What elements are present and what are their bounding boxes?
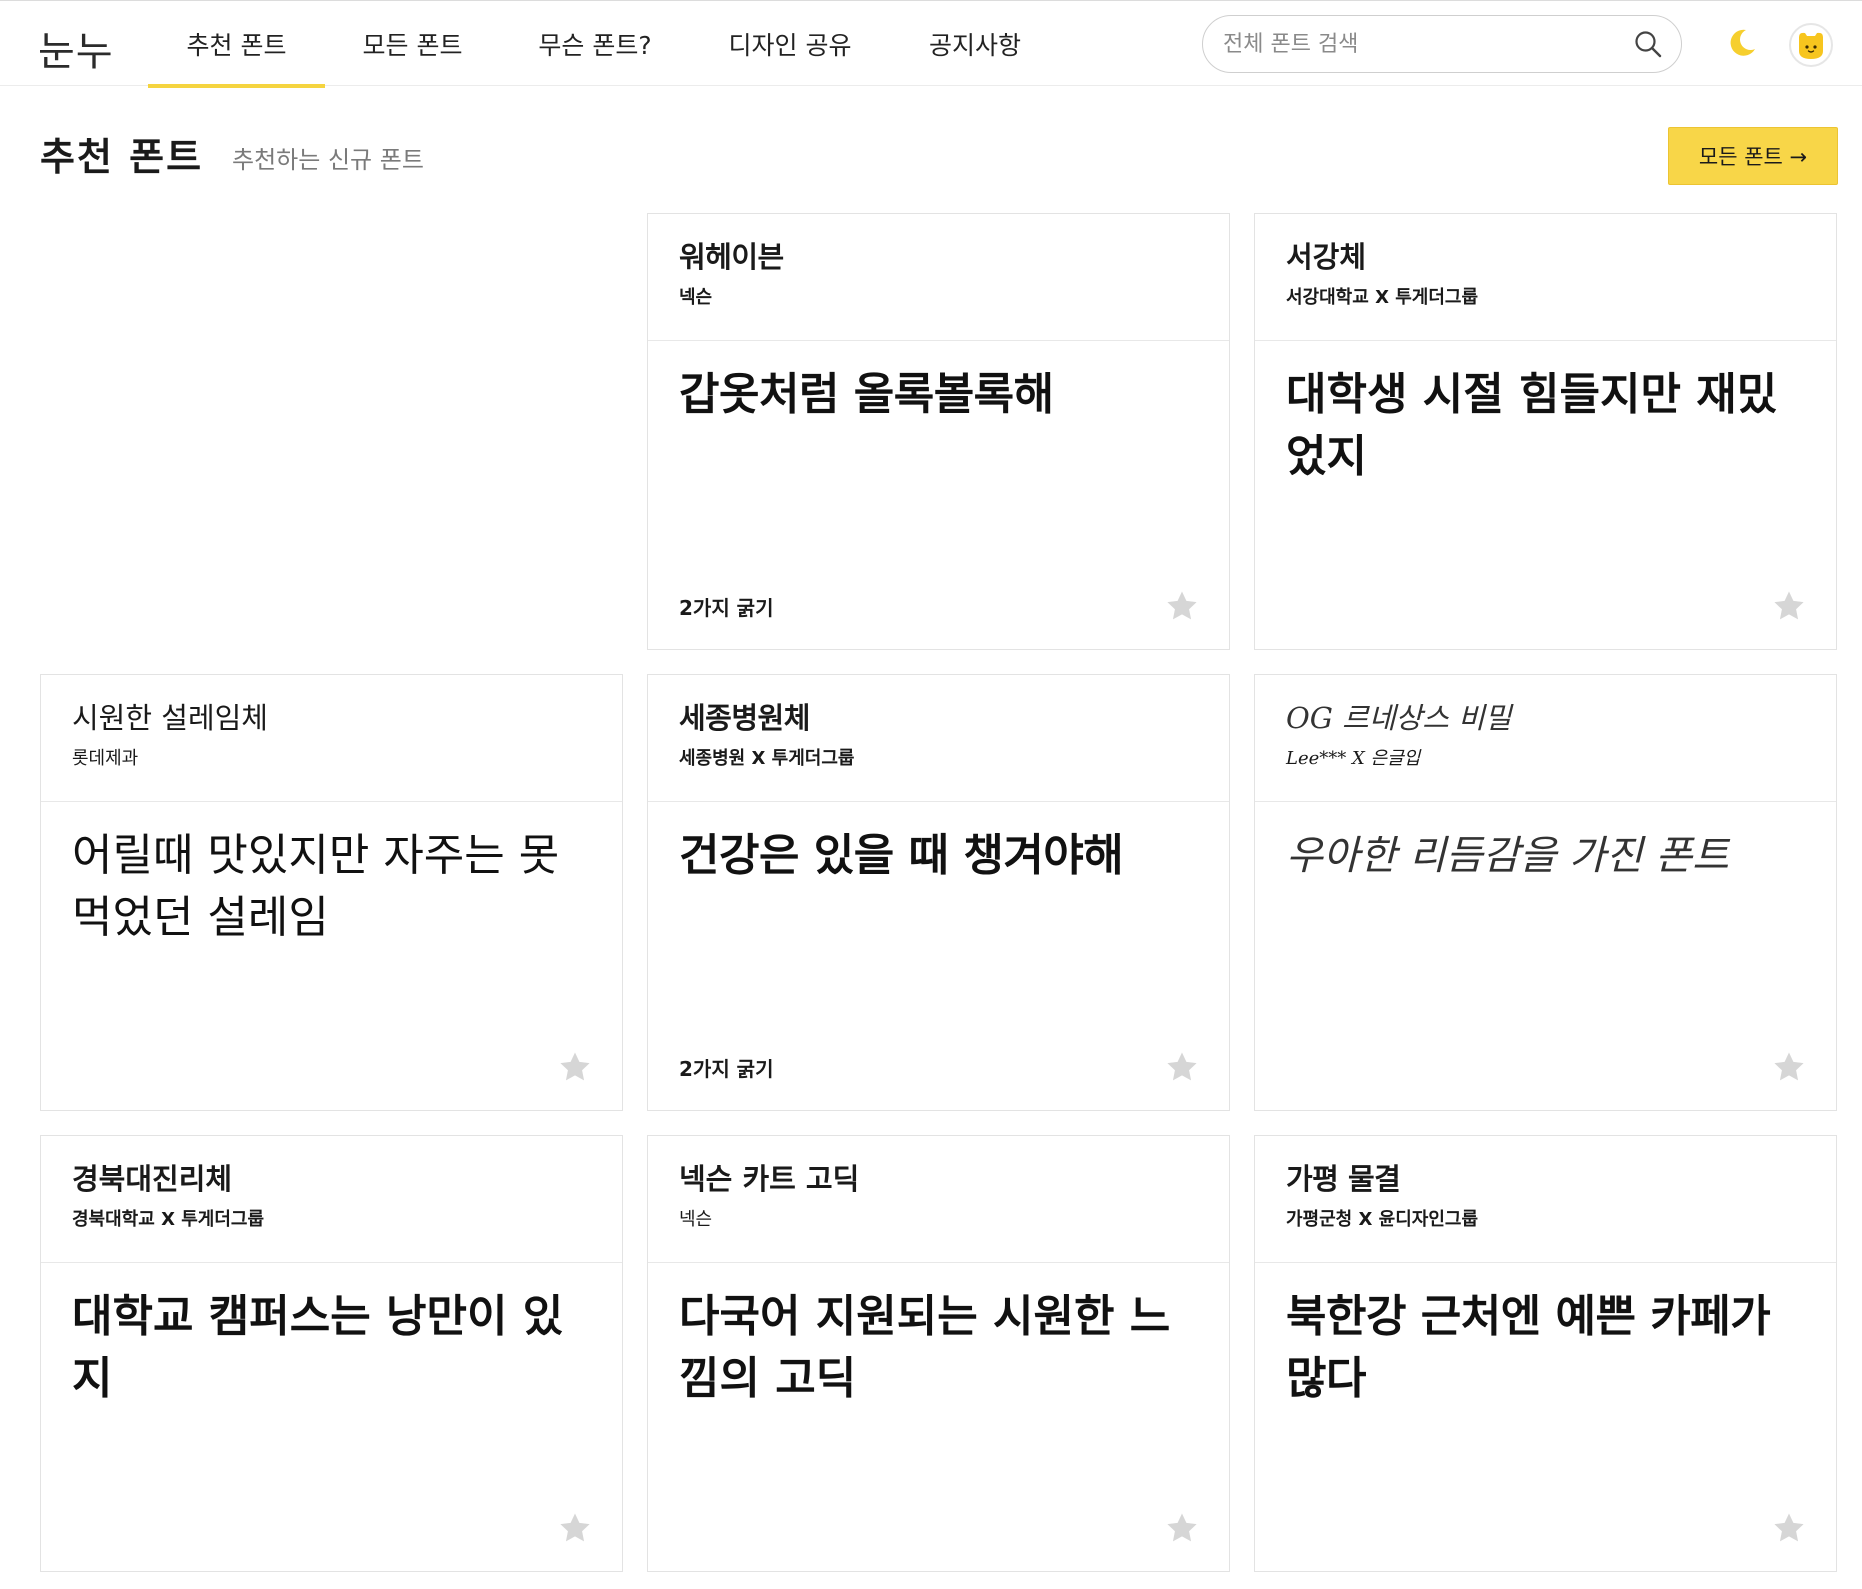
font-name: 워헤이븐 xyxy=(679,240,784,274)
star-icon[interactable] xyxy=(558,1050,592,1084)
font-sample-text: 어릴때 맛있지만 자주는 못먹었던 설레임 xyxy=(72,830,560,943)
search-box xyxy=(1202,15,1682,73)
font-name: 넥슨 카트 고딕 xyxy=(679,1162,860,1196)
font-maker: 경북대학교 X 투게더그룹 xyxy=(72,1208,265,1230)
font-card-warhaven[interactable]: 워헤이븐 넥슨 갑옷처럼 올록볼록해 2가지 굵기 xyxy=(647,213,1230,650)
tab-all-fonts[interactable]: 모든 폰트 xyxy=(340,1,485,87)
top-navigation: 눈누 추천 폰트 모든 폰트 무슨 폰트? 디자인 공유 공지사항 xyxy=(0,0,1862,88)
font-card-seolleim[interactable]: 시원한 설레임체 롯데제과 어릴때 맛있지만 자주는 못먹었던 설레임 xyxy=(40,674,623,1111)
page-title: 추천 폰트 xyxy=(40,135,204,179)
font-maker: 롯데제과 xyxy=(72,747,139,769)
font-name: OG 르네상스 비밀 xyxy=(1286,701,1512,735)
all-fonts-button[interactable]: 모든 폰트 → xyxy=(1668,127,1838,185)
font-maker: 넥슨 xyxy=(679,286,713,308)
card-header: 서강체 서강대학교 X 투게더그룹 xyxy=(1255,214,1836,341)
site-logo[interactable]: 눈누 xyxy=(38,19,114,77)
tab-recommended-fonts[interactable]: 추천 폰트 xyxy=(148,1,325,88)
star-icon[interactable] xyxy=(1772,1050,1806,1084)
font-weights-count: 2가지 굵기 xyxy=(679,596,774,620)
avatar[interactable] xyxy=(1789,23,1833,67)
font-sample-text: 건강은 있을 때 챙겨야해 xyxy=(679,830,1124,881)
moon-icon[interactable] xyxy=(1726,27,1758,59)
font-maker: 가평군청 X 윤디자인그룹 xyxy=(1286,1208,1479,1230)
card-header: 워헤이븐 넥슨 xyxy=(648,214,1229,341)
tab-what-font[interactable]: 무슨 폰트? xyxy=(520,1,670,87)
star-icon[interactable] xyxy=(1165,1050,1199,1084)
tab-notice[interactable]: 공지사항 xyxy=(905,1,1045,87)
font-name: 경북대진리체 xyxy=(72,1162,233,1196)
font-maker: Lee*** X 은글입 xyxy=(1286,747,1421,769)
star-icon[interactable] xyxy=(558,1511,592,1545)
font-sample-text: 대학생 시절 힘들지만 재밌었지 xyxy=(1286,369,1778,482)
font-card-nexon-kart[interactable]: 넥슨 카트 고딕 넥슨 다국어 지원되는 시원한 느낌의 고딕 xyxy=(647,1135,1230,1572)
font-sample-text: 대학교 캠퍼스는 낭만이 있지 xyxy=(72,1291,564,1404)
star-icon[interactable] xyxy=(1165,1511,1199,1545)
font-weights-count: 2가지 굵기 xyxy=(679,1057,774,1081)
font-card-gapyeong[interactable]: 가평 물결 가평군청 X 윤디자인그룹 북한강 근처엔 예쁜 카페가 많다 xyxy=(1254,1135,1837,1572)
font-maker: 서강대학교 X 투게더그룹 xyxy=(1286,286,1479,308)
font-card-sejong-hospital[interactable]: 세종병원체 세종병원 X 투게더그룹 건강은 있을 때 챙겨야해 2가지 굵기 xyxy=(647,674,1230,1111)
search-icon[interactable] xyxy=(1633,29,1663,59)
page-subtitle: 추천하는 신규 폰트 xyxy=(232,146,424,174)
tab-label: 디자인 공유 xyxy=(728,31,852,60)
card-header: 넥슨 카트 고딕 넥슨 xyxy=(648,1136,1229,1263)
font-sample-text: 우아한 리듬감을 가진 폰트 xyxy=(1286,833,1729,879)
card-header: 시원한 설레임체 롯데제과 xyxy=(41,675,622,802)
tab-label: 추천 폰트 xyxy=(186,31,287,60)
font-maker: 넥슨 xyxy=(679,1208,713,1230)
font-card-renaissance[interactable]: OG 르네상스 비밀 Lee*** X 은글입 우아한 리듬감을 가진 폰트 xyxy=(1254,674,1837,1111)
font-name: 시원한 설레임체 xyxy=(72,701,268,735)
tab-label: 공지사항 xyxy=(928,31,1021,60)
font-card-sogang[interactable]: 서강체 서강대학교 X 투게더그룹 대학생 시절 힘들지만 재밌었지 xyxy=(1254,213,1837,650)
font-maker: 세종병원 X 투게더그룹 xyxy=(679,747,855,769)
font-sample-text: 다국어 지원되는 시원한 느낌의 고딕 xyxy=(679,1291,1171,1404)
font-sample-text: 갑옷처럼 올록볼록해 xyxy=(679,369,1054,420)
star-icon[interactable] xyxy=(1772,589,1806,623)
card-header: 가평 물결 가평군청 X 윤디자인그룹 xyxy=(1255,1136,1836,1263)
star-icon[interactable] xyxy=(1772,1511,1806,1545)
card-header: OG 르네상스 비밀 Lee*** X 은글입 xyxy=(1255,675,1836,802)
font-name: 가평 물결 xyxy=(1286,1162,1401,1196)
avatar-face-icon xyxy=(1799,32,1823,59)
tab-label: 무슨 폰트? xyxy=(538,31,652,60)
card-header: 경북대진리체 경북대학교 X 투게더그룹 xyxy=(41,1136,622,1263)
tab-label: 모든 폰트 xyxy=(362,31,463,60)
card-header: 세종병원체 세종병원 X 투게더그룹 xyxy=(648,675,1229,802)
font-card-gyeongbuk[interactable]: 경북대진리체 경북대학교 X 투게더그룹 대학교 캠퍼스는 낭만이 있지 xyxy=(40,1135,623,1572)
search-input[interactable] xyxy=(1203,31,1603,57)
star-icon[interactable] xyxy=(1165,589,1199,623)
font-sample-text: 북한강 근처엔 예쁜 카페가 많다 xyxy=(1286,1291,1771,1404)
font-name: 서강체 xyxy=(1286,240,1367,274)
font-name: 세종병원체 xyxy=(679,701,810,735)
tab-design-share[interactable]: 디자인 공유 xyxy=(710,1,870,87)
